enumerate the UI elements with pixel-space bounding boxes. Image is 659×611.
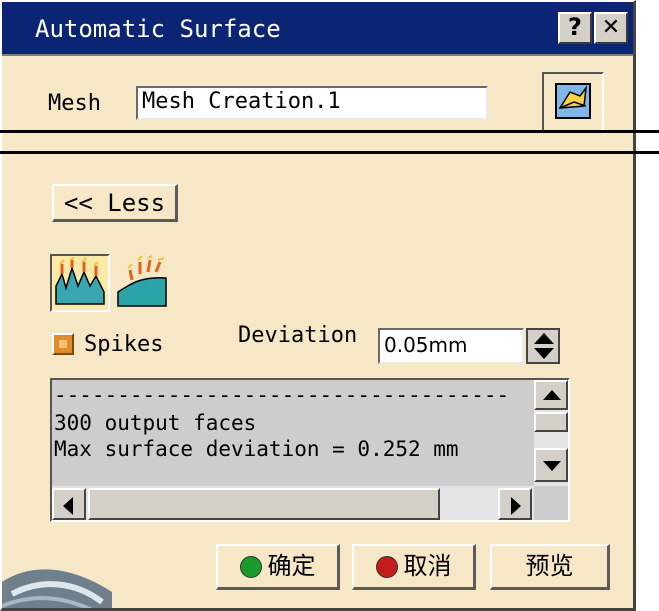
close-button[interactable]: ✕ bbox=[594, 12, 628, 44]
help-button[interactable]: ? bbox=[558, 12, 592, 44]
cancel-red-dot-icon bbox=[375, 556, 398, 578]
arrow-down-icon bbox=[543, 461, 561, 471]
cancel-button[interactable]: 取消 bbox=[352, 544, 476, 590]
log-line: Max surface deviation = 0.252 mm bbox=[54, 437, 459, 461]
arrow-up-icon bbox=[543, 390, 561, 400]
ok-button[interactable]: 确定 bbox=[216, 544, 340, 590]
ok-label: 确定 bbox=[267, 552, 316, 580]
arrow-right-icon bbox=[511, 497, 521, 515]
scroll-right-button[interactable] bbox=[498, 488, 532, 520]
horizontal-scrollbar[interactable] bbox=[52, 486, 534, 520]
smooth-surface-icon bbox=[117, 255, 167, 307]
scroll-up-button[interactable] bbox=[534, 380, 568, 410]
automatic-surface-dialog: Automatic Surface ? ✕ Mesh Mesh Creation… bbox=[0, 0, 636, 611]
scroll-left-button[interactable] bbox=[52, 488, 86, 520]
ok-green-dot-icon bbox=[239, 556, 262, 578]
mesh-selection-button[interactable] bbox=[542, 72, 604, 132]
preview-button[interactable]: 预览 bbox=[490, 544, 610, 590]
checkbox-highlight bbox=[59, 340, 67, 348]
log-line: 300 output faces bbox=[54, 411, 257, 435]
spikes-checkbox[interactable] bbox=[52, 333, 74, 355]
mesh-label: Mesh bbox=[48, 91, 101, 116]
separator-line bbox=[0, 130, 659, 133]
dialog-title: Automatic Surface bbox=[35, 15, 281, 43]
spin-up-icon[interactable] bbox=[534, 333, 554, 344]
spikes-label: Spikes bbox=[84, 332, 164, 357]
vertical-scroll-thumb[interactable] bbox=[534, 412, 568, 432]
surface-mesh-icon bbox=[555, 83, 591, 119]
title-bar[interactable]: Automatic Surface ? ✕ bbox=[2, 2, 633, 56]
deviation-input[interactable]: 0.05mm bbox=[378, 328, 524, 364]
log-output: ------------------------------------ 300… bbox=[50, 378, 570, 522]
mesh-field[interactable]: Mesh Creation.1 bbox=[136, 86, 488, 120]
less-button[interactable]: << Less bbox=[52, 184, 178, 222]
less-button-label: << Less bbox=[63, 189, 166, 217]
separator-line bbox=[0, 151, 659, 154]
vertical-scrollbar[interactable] bbox=[534, 380, 568, 486]
smooth-mode-button[interactable] bbox=[114, 254, 174, 312]
spikes-icon bbox=[52, 256, 108, 310]
spikes-mode-button[interactable] bbox=[50, 254, 110, 312]
log-line: ------------------------------------ bbox=[54, 383, 510, 407]
cancel-label: 取消 bbox=[403, 552, 452, 580]
horizontal-scroll-thumb[interactable] bbox=[88, 488, 440, 520]
spin-down-icon[interactable] bbox=[534, 348, 554, 359]
log-viewport: ------------------------------------ 300… bbox=[52, 380, 532, 486]
deviation-spinner[interactable] bbox=[526, 328, 560, 364]
arrow-left-icon bbox=[63, 497, 73, 515]
scroll-down-button[interactable] bbox=[534, 448, 568, 482]
decorative-globe-art bbox=[2, 569, 112, 608]
deviation-label: Deviation bbox=[238, 323, 358, 348]
preview-label: 预览 bbox=[525, 552, 574, 580]
